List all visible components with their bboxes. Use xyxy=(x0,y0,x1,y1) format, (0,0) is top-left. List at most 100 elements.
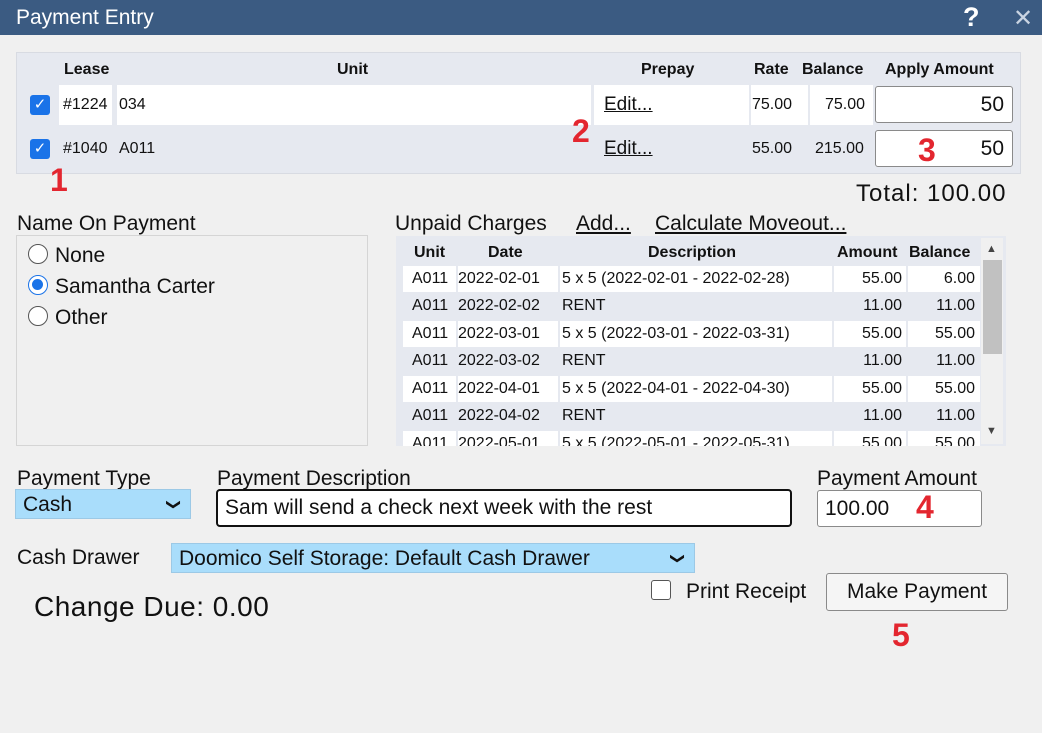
step-marker-2: 2 xyxy=(572,113,590,149)
radio-label: None xyxy=(55,244,106,267)
step-marker-5: 5 xyxy=(892,617,910,653)
charge-balance: 55.00 xyxy=(934,435,975,446)
charge-balance: 6.00 xyxy=(943,270,975,287)
lease-select-checkbox[interactable]: ✓ xyxy=(30,95,50,115)
charge-amount: 11.00 xyxy=(863,352,902,369)
lease-header: Lease xyxy=(64,61,110,78)
payment-amount-label: Payment Amount xyxy=(817,467,977,490)
charge-balance: 55.00 xyxy=(934,380,975,397)
lease-unit: 034 xyxy=(119,96,146,113)
step-marker-3: 3 xyxy=(918,132,936,168)
balance-header: Balance xyxy=(802,61,864,78)
charges-rows-viewport: A011 2022-02-01 5 x 5 (2022-02-01 - 2022… xyxy=(396,236,980,446)
table-row[interactable]: A011 2022-04-01 5 x 5 (2022-04-01 - 2022… xyxy=(403,376,980,402)
charge-amount: 55.00 xyxy=(861,270,902,287)
charge-unit: A011 xyxy=(412,270,449,287)
window-title: Payment Entry xyxy=(16,6,154,29)
radio-none[interactable] xyxy=(28,244,48,264)
unit-header: Unit xyxy=(337,61,369,78)
charge-amount: 55.00 xyxy=(861,380,902,397)
lease-unit: A011 xyxy=(119,140,156,157)
charge-date: 2022-02-02 xyxy=(458,297,540,314)
add-charge-link[interactable]: Add... xyxy=(576,212,631,236)
charge-amount: 11.00 xyxy=(863,297,902,314)
charge-date: 2022-04-01 xyxy=(458,380,540,397)
charge-date: 2022-03-01 xyxy=(458,325,540,342)
scrollbar-thumb[interactable] xyxy=(983,260,1002,354)
charge-description: 5 x 5 (2022-03-01 - 2022-03-31) xyxy=(562,325,790,342)
prepay-edit-link[interactable]: Edit... xyxy=(604,94,653,116)
prepay-edit-link[interactable]: Edit... xyxy=(604,138,653,160)
radio-other[interactable] xyxy=(28,306,48,326)
table-row[interactable]: A011 2022-03-02 RENT 11.00 11.00 xyxy=(403,348,978,374)
charge-date: 2022-02-01 xyxy=(458,270,540,287)
payment-description-input[interactable]: Sam will send a check next week with the… xyxy=(216,489,792,527)
cash-drawer-label: Cash Drawer xyxy=(17,546,140,569)
unpaid-charges-label: Unpaid Charges xyxy=(395,212,547,235)
charge-unit: A011 xyxy=(412,297,449,314)
prepay-header: Prepay xyxy=(641,61,695,78)
lease-number: #1040 xyxy=(63,140,108,157)
question-icon[interactable]: ? xyxy=(963,2,980,33)
charge-description: 5 x 5 (2022-02-01 - 2022-02-28) xyxy=(562,270,790,287)
change-due: Change Due: 0.00 xyxy=(34,591,270,622)
radio-samantha-carter[interactable] xyxy=(28,275,48,295)
apply-amount-input[interactable]: 50 xyxy=(875,130,1013,167)
charge-balance: 11.00 xyxy=(936,407,975,424)
charge-balance: 11.00 xyxy=(936,352,975,369)
scroll-down-icon[interactable]: ▼ xyxy=(986,425,997,437)
chevron-down-icon: ❯ xyxy=(670,552,687,565)
radio-label: Other xyxy=(55,306,108,329)
lease-row xyxy=(17,85,1020,125)
table-row[interactable]: A011 2022-04-02 RENT 11.00 11.00 xyxy=(403,403,978,429)
apply-amount-input[interactable]: 50 xyxy=(875,86,1013,123)
calculate-moveout-link[interactable]: Calculate Moveout... xyxy=(655,212,846,236)
lease-select-checkbox[interactable]: ✓ xyxy=(30,139,50,159)
charge-description: 5 x 5 (2022-04-01 - 2022-04-30) xyxy=(562,380,790,397)
charge-balance: 55.00 xyxy=(934,325,975,342)
lease-rate: 75.00 xyxy=(752,96,793,113)
cash-drawer-value: Doomico Self Storage: Default Cash Drawe… xyxy=(179,547,590,570)
make-payment-button[interactable]: Make Payment xyxy=(826,573,1008,611)
cash-drawer-select[interactable]: Doomico Self Storage: Default Cash Drawe… xyxy=(171,543,695,573)
charge-unit: A011 xyxy=(412,352,449,369)
close-icon[interactable]: ✕ xyxy=(1013,4,1033,33)
print-receipt-label: Print Receipt xyxy=(686,580,807,603)
charge-balance: 11.00 xyxy=(936,297,975,314)
lease-balance: 215.00 xyxy=(815,140,864,157)
payment-description-label: Payment Description xyxy=(217,467,411,490)
chevron-down-icon: ❯ xyxy=(166,498,183,511)
table-row[interactable]: A011 2022-02-01 5 x 5 (2022-02-01 - 2022… xyxy=(403,266,980,292)
charge-description: 5 x 5 (2022-05-01 - 2022-05-31) xyxy=(562,435,790,446)
step-marker-4: 4 xyxy=(916,489,934,525)
total-amount: Total: 100.00 xyxy=(856,180,1007,207)
charge-amount: 55.00 xyxy=(861,435,902,446)
print-receipt-checkbox[interactable] xyxy=(651,580,671,600)
scroll-up-icon[interactable]: ▲ xyxy=(986,243,997,255)
apply-amount-header: Apply Amount xyxy=(885,61,994,78)
charge-description: RENT xyxy=(562,352,606,369)
charge-unit: A011 xyxy=(412,380,449,397)
charge-unit: A011 xyxy=(412,407,449,424)
table-row[interactable]: A011 2022-02-02 RENT 11.00 11.00 xyxy=(403,293,978,319)
lease-balance: 75.00 xyxy=(825,96,866,113)
payment-type-value: Cash xyxy=(23,493,73,516)
charge-unit: A011 xyxy=(412,325,449,342)
charge-date: 2022-05-01 xyxy=(458,435,540,446)
charge-date: 2022-03-02 xyxy=(458,352,540,369)
step-marker-1: 1 xyxy=(50,162,68,198)
charge-description: RENT xyxy=(562,407,606,424)
rate-header: Rate xyxy=(754,61,789,78)
charge-description: RENT xyxy=(562,297,606,314)
payment-type-select[interactable]: Cash ❯ xyxy=(15,489,191,519)
table-row[interactable]: A011 2022-03-01 5 x 5 (2022-03-01 - 2022… xyxy=(403,321,980,347)
payment-type-label: Payment Type xyxy=(17,467,151,490)
radio-label: Samantha Carter xyxy=(55,275,215,298)
table-row[interactable]: A011 2022-05-01 5 x 5 (2022-05-01 - 2022… xyxy=(403,431,980,446)
charge-date: 2022-04-02 xyxy=(458,407,540,424)
charge-amount: 55.00 xyxy=(861,325,902,342)
payment-amount-input[interactable]: 100.00 xyxy=(817,490,982,527)
title-bar: Payment Entry ? ✕ xyxy=(0,0,1042,35)
lease-rate: 55.00 xyxy=(752,140,793,157)
name-on-payment-label: Name On Payment xyxy=(17,212,196,235)
